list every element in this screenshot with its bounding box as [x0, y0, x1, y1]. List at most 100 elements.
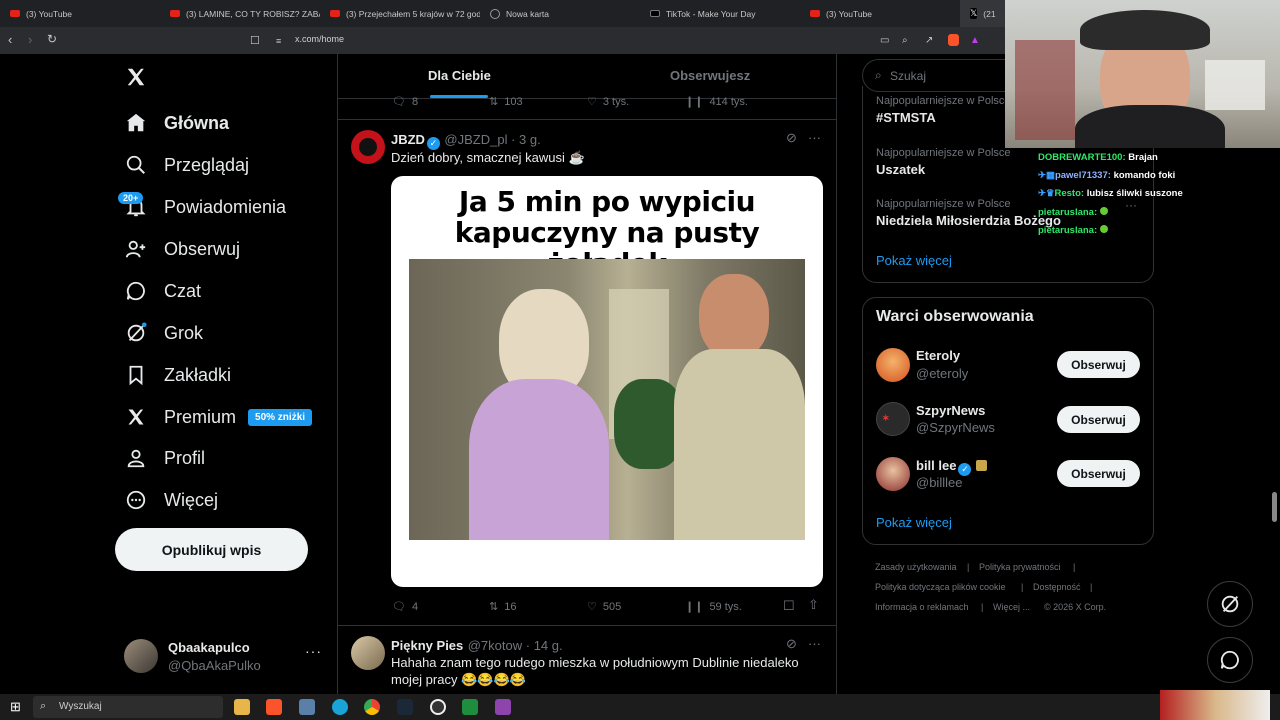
trend-more-icon[interactable]: ···: [1125, 198, 1137, 212]
repost-button[interactable]: ⇅ 16: [489, 600, 516, 614]
x-logo-icon[interactable]: [125, 66, 147, 88]
suggestion-avatar[interactable]: [876, 457, 910, 491]
windows-start-icon[interactable]: ⊞: [10, 699, 21, 715]
browser-tab[interactable]: Nowa karta: [480, 0, 640, 27]
show-more-trends[interactable]: Pokaż więcej: [876, 253, 952, 268]
chrome-icon[interactable]: [364, 699, 380, 715]
post-button[interactable]: Opublikuj wpis: [115, 528, 308, 571]
scrollbar-thumb[interactable]: [1272, 492, 1277, 522]
brave-icon[interactable]: [266, 699, 282, 715]
footer-link[interactable]: Informacja o reklamach: [875, 602, 969, 612]
footer-link[interactable]: Polityka prywatności: [979, 562, 1061, 572]
app-icon[interactable]: [462, 699, 478, 715]
suggestion-avatar[interactable]: ✶: [876, 402, 910, 436]
file-explorer-icon[interactable]: [234, 699, 250, 715]
tweet-time[interactable]: 14 g.: [534, 638, 563, 653]
share-icon[interactable]: ↗: [925, 35, 933, 46]
tab-for-you[interactable]: Dla Ciebie: [428, 68, 491, 83]
suggestion-name[interactable]: SzpyrNews: [916, 403, 985, 418]
nav-label: Grok: [164, 322, 204, 343]
nav-item-profile[interactable]: Profil: [124, 443, 205, 473]
repost-icon: ⇅: [489, 96, 499, 108]
reply-button[interactable]: 🗨︎ 8: [392, 95, 418, 109]
browser-tab[interactable]: (3) Przejechałem 5 krajów w 72 god: [320, 0, 480, 27]
tweet-avatar[interactable]: [351, 130, 385, 164]
like-button[interactable]: ♡ 3 tys.: [587, 95, 629, 109]
grok-explain-icon[interactable]: ⊘: [786, 636, 797, 652]
footer-link[interactable]: Więcej ...: [993, 602, 1030, 612]
browser-tab[interactable]: TikTok - Make Your Day: [640, 0, 800, 27]
tab-following[interactable]: Obserwujesz: [670, 68, 750, 83]
nav-item-bookmarks[interactable]: Zakładki: [124, 360, 231, 390]
browser-tab[interactable]: (3) YouTube: [0, 0, 160, 27]
tweet-media[interactable]: Ja 5 min po wypiciu kapuczyny na pusty ż…: [391, 176, 823, 587]
trend-name[interactable]: #STMSTA: [876, 110, 936, 125]
nav-item-notifications[interactable]: Powiadomienia: [124, 192, 286, 222]
follow-button[interactable]: Obserwuj: [1057, 460, 1140, 487]
tweet-more-icon[interactable]: ···: [808, 636, 821, 651]
zoom-icon[interactable]: ⌕: [902, 35, 908, 46]
bookmark-page-icon[interactable]: ☐: [250, 34, 260, 47]
app-icon[interactable]: [299, 699, 315, 715]
like-button[interactable]: ♡ 505: [587, 600, 621, 614]
tweet-author[interactable]: Piękny Pies: [391, 638, 463, 653]
nav-item-explore[interactable]: Przeglądaj: [124, 150, 249, 180]
reply-button[interactable]: 🗨︎ 4: [392, 600, 418, 614]
tweet-more-icon[interactable]: ···: [808, 130, 821, 145]
grok-explain-icon[interactable]: ⊘: [786, 130, 797, 146]
footer-separator: |: [1090, 582, 1093, 592]
site-info-icon[interactable]: ≡: [276, 36, 281, 46]
tray-decoration: [1160, 690, 1270, 720]
footer-link[interactable]: Polityka dotycząca plików cookie: [875, 582, 1006, 592]
grok-fab[interactable]: [1207, 581, 1253, 627]
nav-item-grok[interactable]: Grok: [124, 318, 203, 348]
nav-item-follow[interactable]: Obserwuj: [124, 234, 240, 264]
repost-button[interactable]: ⇅ 103: [489, 95, 523, 109]
search-icon: [124, 153, 148, 177]
back-icon[interactable]: ‹: [8, 32, 12, 47]
x-logo-icon: [124, 405, 148, 429]
trend-category: Najpopularniejsze w Polsce: [876, 95, 1011, 107]
tweet-handle[interactable]: @JBZD_pl: [444, 132, 507, 147]
tweet-author[interactable]: JBZD: [391, 132, 425, 147]
browser-tab-active[interactable]: 𝕏 (21: [960, 0, 1005, 27]
suggestion-name[interactable]: bill lee: [916, 458, 956, 473]
nav-item-premium[interactable]: Premium 50% zniżki: [124, 402, 313, 432]
follow-button[interactable]: Obserwuj: [1057, 406, 1140, 433]
follow-button[interactable]: Obserwuj: [1057, 351, 1140, 378]
taskbar-search[interactable]: ⌕ Wyszukaj: [33, 696, 223, 718]
bookmark-icon[interactable]: ☐: [783, 598, 795, 614]
steam-icon[interactable]: [397, 699, 413, 715]
footer-link[interactable]: Zasady użytkowania: [875, 562, 957, 572]
account-avatar[interactable]: [124, 639, 158, 673]
media-icon[interactable]: ▭: [880, 35, 889, 46]
edge-icon[interactable]: [332, 699, 348, 715]
browser-tab[interactable]: (3) YouTube: [800, 0, 960, 27]
views-icon: ❙❙: [685, 601, 704, 613]
share-icon[interactable]: ⇧: [808, 597, 819, 613]
suggestion-name[interactable]: Eteroly: [916, 348, 960, 363]
views-button[interactable]: ❙❙ 59 tys.: [685, 600, 742, 614]
show-more-suggestions[interactable]: Pokaż więcej: [876, 515, 952, 530]
obs-icon[interactable]: [430, 699, 446, 715]
tweet-time[interactable]: 3 g.: [519, 132, 541, 147]
url-field[interactable]: x.com/home: [295, 34, 344, 44]
app-icon[interactable]: [495, 699, 511, 715]
brave-shield-icon[interactable]: [948, 34, 959, 46]
suggestion-avatar[interactable]: [876, 348, 910, 382]
nav-item-chat[interactable]: Czat: [124, 276, 201, 306]
footer-link[interactable]: Dostępność: [1033, 582, 1081, 592]
forward-icon[interactable]: ›: [28, 32, 32, 47]
tweet-avatar[interactable]: [351, 636, 385, 670]
account-menu-icon[interactable]: ···: [305, 643, 322, 659]
brave-rewards-icon[interactable]: ▲: [970, 35, 980, 46]
trend-name[interactable]: Uszatek: [876, 162, 925, 177]
views-button[interactable]: ❙❙ 414 tys.: [685, 95, 748, 109]
nav-item-more[interactable]: Więcej: [124, 485, 218, 515]
nav-item-home[interactable]: Główna: [124, 108, 229, 138]
reload-icon[interactable]: ↻: [47, 32, 57, 46]
browser-tab[interactable]: (3) LAMINE, CO TY ROBISZ? ZABAW: [160, 0, 320, 27]
tweet-handle[interactable]: @7kotow: [468, 638, 522, 653]
trend-name[interactable]: Niedziela Miłosierdzia Bożego: [876, 213, 1061, 228]
messages-fab[interactable]: [1207, 637, 1253, 683]
